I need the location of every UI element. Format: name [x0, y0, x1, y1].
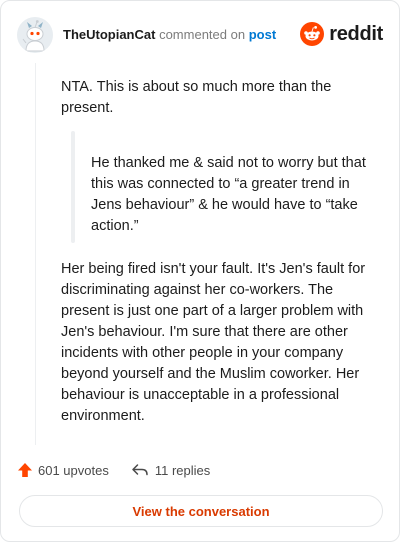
- brand-wordmark: reddit: [329, 22, 383, 45]
- reply-stat[interactable]: 11 replies: [109, 462, 210, 478]
- reply-arrow-icon: [131, 462, 149, 478]
- upvote-arrow-icon: [17, 462, 33, 478]
- reddit-snoo-icon: [300, 22, 325, 46]
- post-link[interactable]: post: [249, 27, 276, 42]
- comment-blockquote: He thanked me & said not to worry but th…: [91, 155, 366, 234]
- view-conversation-button[interactable]: View the conversation: [19, 495, 383, 527]
- comment-header: TheUtopianCat commented on post: [63, 27, 276, 42]
- comment-stats: 601 upvotes 11 replies: [17, 459, 210, 481]
- upvote-stat[interactable]: 601 upvotes: [17, 462, 109, 478]
- blockquote-bar: [71, 131, 75, 243]
- thread-line: [35, 63, 36, 445]
- comment-paragraph-2: Her being fired isn't your fault. It's J…: [61, 261, 366, 424]
- username[interactable]: TheUtopianCat: [63, 27, 155, 42]
- reply-count: 11 replies: [154, 462, 211, 478]
- action-text: commented on: [159, 27, 246, 42]
- snoo-avatar-icon: [17, 17, 53, 53]
- user-avatar[interactable]: [17, 17, 53, 53]
- reddit-logo[interactable]: reddit: [300, 21, 383, 47]
- upvote-count: 601 upvotes: [38, 462, 109, 478]
- embedded-comment-card: TheUtopianCat commented on post reddit N…: [0, 0, 400, 542]
- comment-paragraph-1: NTA. This is about so much more than the…: [61, 79, 332, 116]
